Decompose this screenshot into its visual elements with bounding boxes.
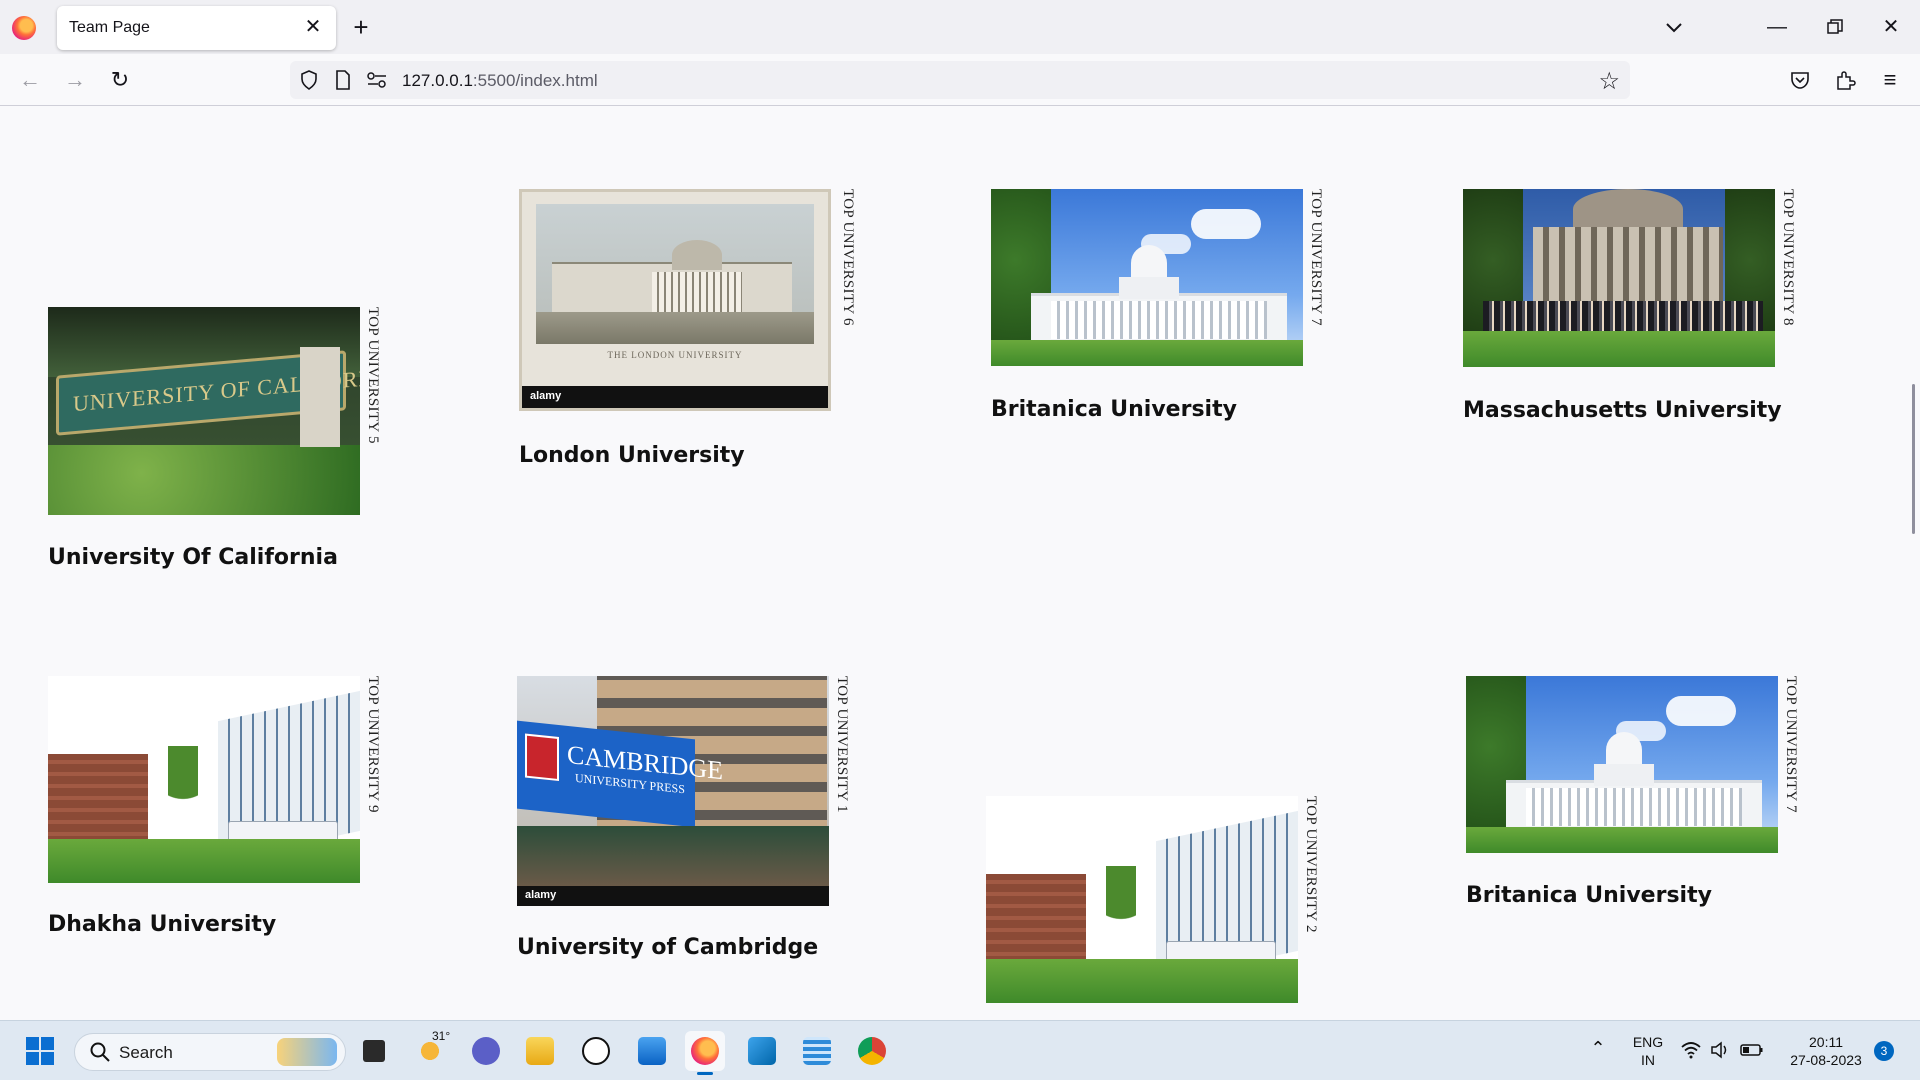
watermark-text: alamy [525,889,557,901]
language-line2: IN [1641,1052,1655,1068]
notepad-icon[interactable] [797,1031,837,1071]
back-icon[interactable]: ← [14,64,46,96]
new-tab-icon[interactable]: + [346,12,376,42]
london-university-image: THE LONDON UNIVERSITY alamy [519,189,831,411]
university-title: Massachusetts University [1463,398,1782,423]
firefox-logo-icon [12,16,36,40]
rank-label: TOP UNIVERSITY 5 [365,307,381,444]
university-of-cambridge-image: CAMBRIDGE UNIVERSITY PRESS alamy [517,676,829,906]
site-permissions-icon[interactable] [366,70,388,95]
windows-taskbar: Search 31° ⌃ ENG IN 20:11 27-08-2023 3 [0,1020,1920,1080]
rank-label: TOP UNIVERSITY 7 [1783,676,1799,813]
search-label: Search [119,1043,173,1062]
url-path: :5500/index.html [472,71,598,90]
dhakha-university-image [48,676,360,883]
close-tab-icon[interactable]: ✕ [300,14,326,40]
rank-label: TOP UNIVERSITY 8 [1780,189,1796,326]
london-caption-text: THE LONDON UNIVERSITY [607,350,743,360]
clock-time: 20:11 [1809,1034,1843,1050]
weather-widget[interactable]: 31° [410,1029,451,1071]
browser-tab[interactable]: Team Page ✕ [57,6,336,50]
pocket-icon[interactable] [1784,64,1816,96]
university-image [986,796,1298,1003]
file-explorer-icon[interactable] [520,1031,560,1071]
mail-icon[interactable] [632,1031,672,1071]
restore-icon[interactable] [1820,12,1850,42]
rank-label: TOP UNIVERSITY 1 [834,676,850,813]
taskbar-search[interactable]: Search [74,1033,346,1071]
chrome-icon[interactable] [852,1031,892,1071]
url-text[interactable]: 127.0.0.1:5500/index.html [402,71,598,91]
vscode-icon[interactable] [742,1031,782,1071]
tab-bar: Team Page ✕ + — ✕ [0,0,1920,54]
extensions-icon[interactable] [1829,64,1861,96]
university-title: Britanica University [1466,883,1712,908]
weather-temp: 31° [432,1029,451,1043]
language-indicator[interactable]: ENG IN [1628,1033,1668,1069]
university-of-california-image: UNIVERSITY OF CALIFORNIA [48,307,360,515]
rank-label: TOP UNIVERSITY 7 [1308,189,1324,326]
university-title: University Of California [48,545,338,570]
forward-icon[interactable]: → [59,64,91,96]
show-hidden-icons-icon[interactable]: ⌃ [1586,1039,1610,1057]
url-host: 127.0.0.1 [402,71,473,90]
close-window-icon[interactable]: ✕ [1876,12,1906,42]
massachusetts-university-image [1463,189,1775,367]
clock[interactable]: 20:11 27-08-2023 [1776,1033,1876,1069]
list-all-tabs-icon[interactable] [1660,14,1688,42]
rank-label: TOP UNIVERSITY 2 [1303,796,1319,933]
url-bar[interactable]: 127.0.0.1:5500/index.html ☆ [290,61,1630,99]
navigation-toolbar: ← → ↻ 127.0.0.1:5500/index.html ☆ ≡ [0,54,1920,106]
university-title: London University [519,443,745,468]
language-line1: ENG [1632,1034,1664,1050]
wifi-icon[interactable] [1680,1041,1702,1064]
battery-icon[interactable] [1740,1042,1764,1063]
firefox-taskbar-icon[interactable] [685,1031,725,1075]
page-icon [334,69,352,96]
page-content: UNIVERSITY OF CALIFORNIA TOP UNIVERSITY … [0,107,1920,1019]
volume-icon[interactable] [1710,1041,1730,1064]
rank-label: TOP UNIVERSITY 6 [840,189,856,326]
minimize-icon[interactable]: — [1762,12,1792,42]
university-title: Dhakha University [48,912,277,937]
search-highlight-icon [277,1038,337,1066]
clock-date: 27-08-2023 [1790,1052,1862,1068]
britanica-university-image [1466,676,1778,853]
shield-icon[interactable] [298,69,320,96]
chat-icon[interactable] [466,1031,506,1071]
watermark-text: alamy [530,390,562,402]
britanica-university-image [991,189,1303,366]
reload-icon[interactable]: ↻ [104,64,136,96]
menu-hamburger-icon[interactable]: ≡ [1874,64,1906,96]
task-view-icon[interactable] [354,1031,394,1071]
start-button[interactable] [20,1031,60,1071]
university-title: University of Cambridge [517,935,819,960]
bookmark-star-icon[interactable]: ☆ [1598,67,1620,96]
university-title: Britanica University [991,397,1237,422]
rank-label: TOP UNIVERSITY 9 [365,676,381,813]
tab-title: Team Page [69,19,150,36]
page-scrollbar[interactable] [1912,384,1915,534]
notification-badge[interactable]: 3 [1874,1041,1894,1061]
search-icon [89,1041,111,1068]
dell-icon[interactable] [576,1031,616,1071]
